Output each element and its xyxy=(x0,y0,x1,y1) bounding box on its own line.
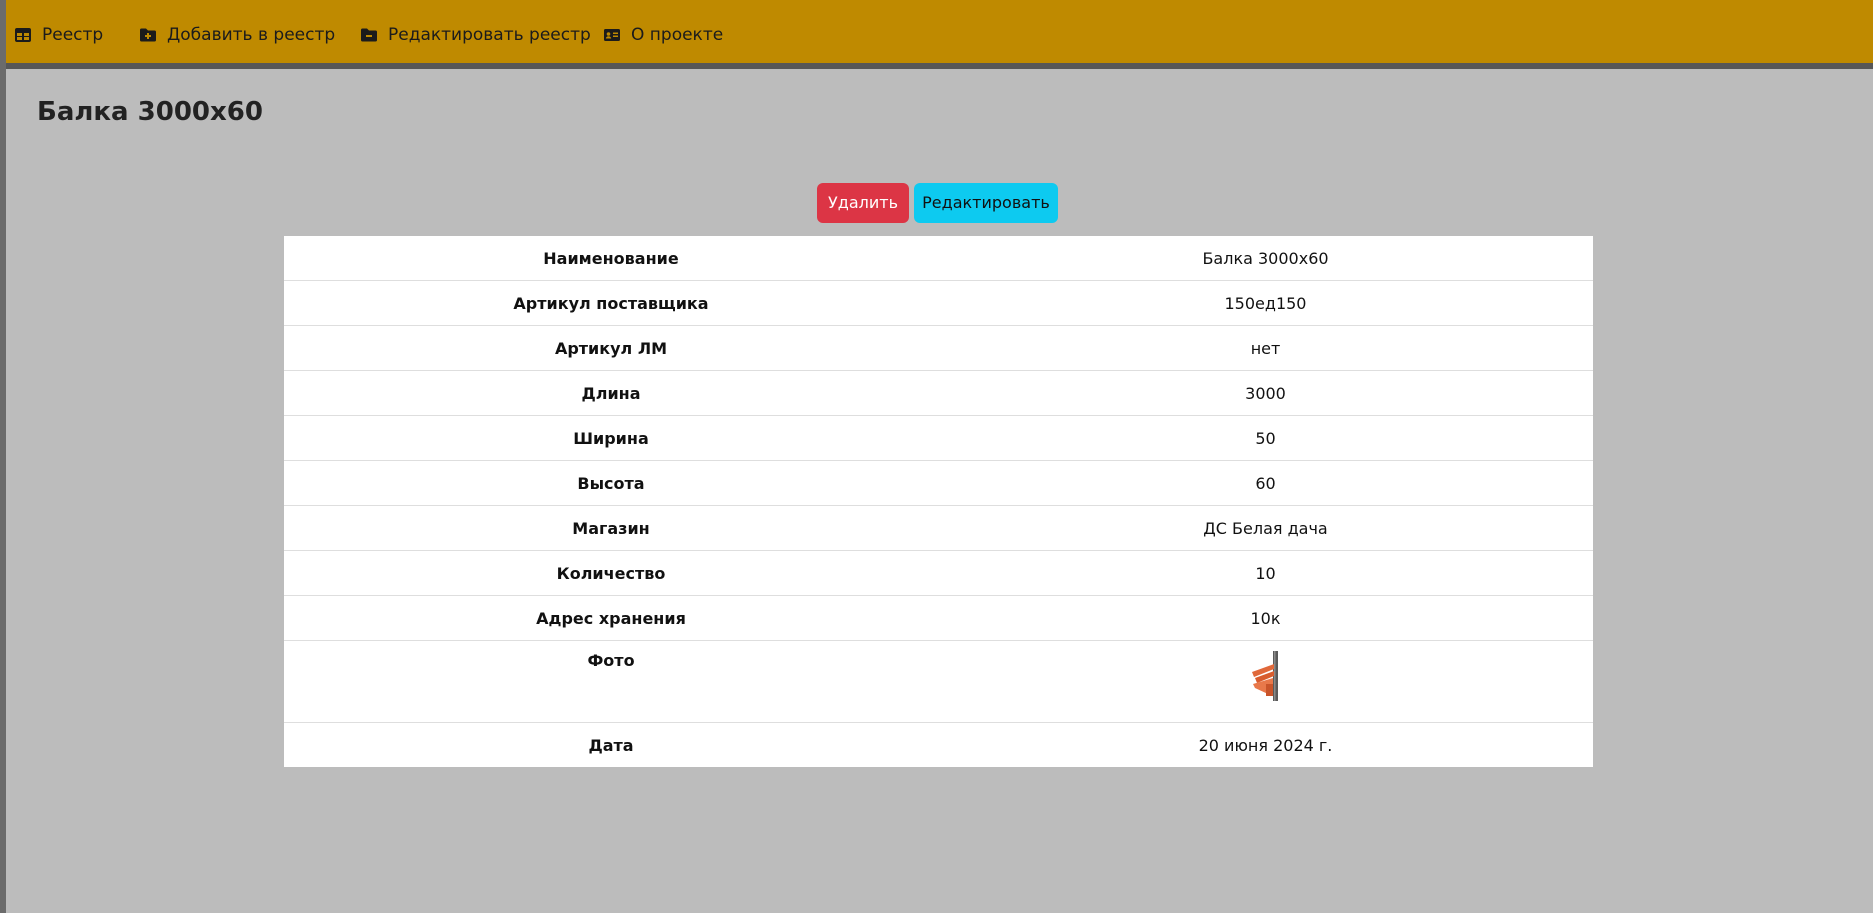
row-value: 10к xyxy=(938,595,1593,641)
table-row: Количество 10 xyxy=(284,550,1593,596)
nav-item-registry[interactable]: Реестр xyxy=(14,24,103,46)
row-label: Адрес хранения xyxy=(284,595,938,641)
table-row: Ширина 50 xyxy=(284,415,1593,461)
table-row: Высота 60 xyxy=(284,460,1593,506)
row-value: 3000 xyxy=(938,370,1593,416)
nav-item-label: Редактировать реестр xyxy=(388,25,591,45)
row-label: Наименование xyxy=(543,248,679,268)
table-row: Адрес хранения 10к xyxy=(284,595,1593,641)
page-title: Балка 3000x60 xyxy=(37,97,263,127)
table-row: Артикул поставщика 150ед150 xyxy=(284,280,1593,326)
row-value: нет xyxy=(938,325,1593,371)
nav-item-label: О проекте xyxy=(631,25,724,45)
row-label: Количество xyxy=(284,550,938,596)
top-navbar: Реестр Добавить в реестр Редактировать р… xyxy=(6,0,1873,69)
table-row: Фото xyxy=(284,640,1593,723)
row-value: 20 июня 2024 г. xyxy=(938,722,1593,767)
row-label: Дата xyxy=(284,722,938,767)
row-label: Магазин xyxy=(284,505,938,551)
row-label: Артикул поставщика xyxy=(284,280,938,326)
row-value: Балка 3000x60 xyxy=(1202,248,1329,268)
row-value: 150ед150 xyxy=(938,280,1593,326)
nav-item-add-to-registry[interactable]: Добавить в реестр xyxy=(139,24,335,46)
row-label: Фото xyxy=(284,640,938,723)
photo-cell xyxy=(938,640,1593,723)
delete-button[interactable]: Удалить xyxy=(817,183,909,223)
table-row: Магазин ДС Белая дача xyxy=(284,505,1593,551)
product-photo[interactable] xyxy=(1247,650,1284,702)
nav-item-edit-registry[interactable]: Редактировать реестр xyxy=(360,24,591,46)
row-label: Ширина xyxy=(284,415,938,461)
id-card-icon xyxy=(604,29,620,41)
row-label: Артикул ЛМ xyxy=(284,325,938,371)
row-value: 50 xyxy=(938,415,1593,461)
row-label: Высота xyxy=(284,460,938,506)
details-table: Наименование Балка 3000x60 Артикул поста… xyxy=(284,236,1593,767)
folder-plus-icon xyxy=(140,28,156,42)
row-value: 10 xyxy=(938,550,1593,596)
edit-button[interactable]: Редактировать xyxy=(914,183,1058,223)
table-row: Длина 3000 xyxy=(284,370,1593,416)
row-label: Длина xyxy=(284,370,938,416)
table-row: Дата 20 июня 2024 г. xyxy=(284,722,1593,767)
nav-item-label: Добавить в реестр xyxy=(167,25,336,45)
table-icon xyxy=(15,28,31,42)
folder-minus-icon xyxy=(361,28,377,42)
table-row: Артикул ЛМ нет xyxy=(284,325,1593,371)
app-frame: Реестр Добавить в реестр Редактировать р… xyxy=(6,0,1873,913)
nav-item-label: Реестр xyxy=(42,25,104,45)
table-row: Наименование Балка 3000x60 xyxy=(284,236,1593,281)
row-value: ДС Белая дача xyxy=(938,505,1593,551)
row-value: 60 xyxy=(938,460,1593,506)
nav-item-about[interactable]: О проекте xyxy=(603,24,723,46)
